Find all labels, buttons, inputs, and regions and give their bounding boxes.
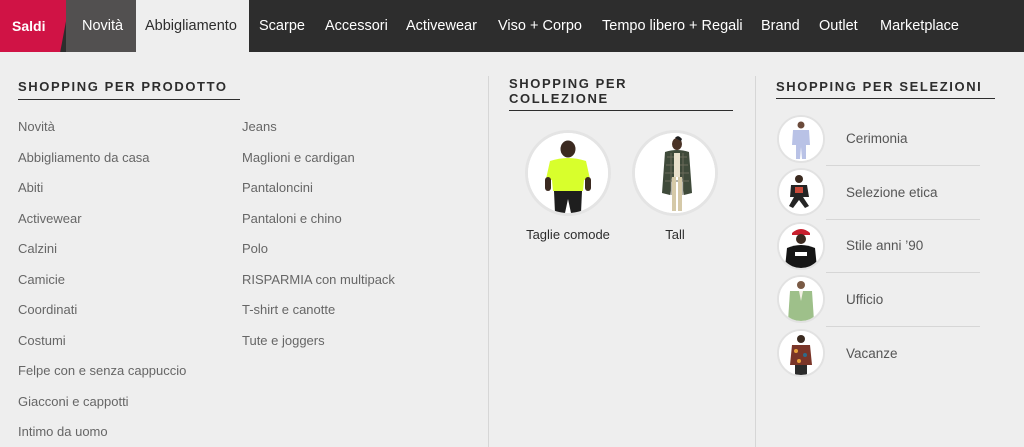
ethical-model-icon	[779, 170, 823, 214]
nav-item-accessori[interactable]: Accessori	[325, 0, 388, 52]
product-link[interactable]: Activewear	[18, 211, 82, 226]
product-link[interactable]: Costumi	[18, 333, 66, 348]
collection-heading-line1: SHOPPING PER	[509, 76, 628, 91]
nav-item-marketplace[interactable]: Marketplace	[880, 0, 959, 52]
product-link[interactable]: Intimo da uomo	[18, 424, 108, 439]
selection-label-stile-anni-90[interactable]: Stile anni ’90	[846, 238, 923, 253]
plus-size-model-icon	[528, 133, 608, 213]
plus-size-model-image[interactable]	[525, 130, 611, 216]
nav-item-abbigliamento[interactable]: Abbigliamento	[136, 0, 249, 52]
selection-divider	[826, 219, 980, 220]
product-link[interactable]: Tute e joggers	[242, 333, 325, 348]
selection-label-selezione-etica[interactable]: Selezione etica	[846, 185, 938, 200]
product-link[interactable]: Maglioni e cardigan	[242, 150, 355, 165]
product-link[interactable]: Felpe con e senza cappuccio	[18, 363, 186, 378]
selection-divider	[826, 165, 980, 166]
selection-heading-rule	[776, 98, 995, 99]
nav-item-brand[interactable]: Brand	[761, 0, 800, 52]
product-link[interactable]: Calzini	[18, 241, 57, 256]
ethical-model-image[interactable]	[777, 168, 825, 216]
column-divider	[755, 76, 756, 447]
product-link[interactable]: Polo	[242, 241, 268, 256]
collection-label-taglie-comode[interactable]: Taglie comode	[520, 227, 616, 242]
top-navigation-bar: Saldi Novità Abbigliamento Scarpe Access…	[0, 0, 1024, 52]
suit-model-image[interactable]	[777, 115, 825, 163]
tall-model-image[interactable]	[632, 130, 718, 216]
holiday-model-icon	[779, 331, 823, 375]
product-link[interactable]: Novità	[18, 119, 55, 134]
product-link[interactable]: Pantaloncini	[242, 180, 313, 195]
tall-model-icon	[635, 133, 715, 213]
nav-label-novita: Novità	[82, 18, 124, 34]
selection-label-ufficio[interactable]: Ufficio	[846, 292, 883, 307]
nav-item-novita[interactable]: Novità	[66, 0, 136, 52]
nav-item-viso-corpo[interactable]: Viso + Corpo	[498, 0, 582, 52]
office-model-image[interactable]	[777, 275, 825, 323]
nav-item-scarpe[interactable]: Scarpe	[259, 0, 305, 52]
selection-label-cerimonia[interactable]: Cerimonia	[846, 131, 908, 146]
product-link[interactable]: Coordinati	[18, 302, 77, 317]
nav-item-outlet[interactable]: Outlet	[819, 0, 858, 52]
product-link[interactable]: Abbigliamento da casa	[18, 150, 150, 165]
product-link[interactable]: Camicie	[18, 272, 65, 287]
holiday-model-image[interactable]	[777, 329, 825, 377]
product-link[interactable]: RISPARMIA con multipack	[242, 272, 395, 287]
selection-divider	[826, 272, 980, 273]
product-link[interactable]: Giacconi e cappotti	[18, 394, 129, 409]
selection-label-vacanze[interactable]: Vacanze	[846, 346, 898, 361]
suit-model-icon	[779, 117, 823, 161]
product-link[interactable]: Pantaloni e chino	[242, 211, 342, 226]
nav-item-tempo-libero-regali[interactable]: Tempo libero + Regali	[602, 0, 743, 52]
product-link[interactable]: Jeans	[242, 119, 277, 134]
selection-heading: SHOPPING PER SELEZIONI	[776, 79, 983, 94]
collection-heading-line2: COLLEZIONE	[509, 91, 609, 106]
product-link[interactable]: T-shirt e canotte	[242, 302, 335, 317]
product-heading-rule	[18, 99, 240, 100]
nav-label-saldi: Saldi	[12, 18, 46, 34]
nineties-model-image[interactable]	[777, 222, 825, 270]
nav-item-activewear[interactable]: Activewear	[406, 0, 477, 52]
collection-label-tall[interactable]: Tall	[627, 227, 723, 242]
office-model-icon	[779, 277, 823, 321]
selection-divider	[826, 326, 980, 327]
nav-item-saldi[interactable]: Saldi	[0, 0, 70, 52]
nav-label-abbigliamento: Abbigliamento	[145, 18, 237, 34]
collection-heading-rule	[509, 110, 733, 111]
product-heading: SHOPPING PER PRODOTTO	[18, 79, 228, 94]
column-divider	[488, 76, 489, 447]
product-link[interactable]: Abiti	[18, 180, 43, 195]
nineties-model-icon	[779, 224, 823, 268]
